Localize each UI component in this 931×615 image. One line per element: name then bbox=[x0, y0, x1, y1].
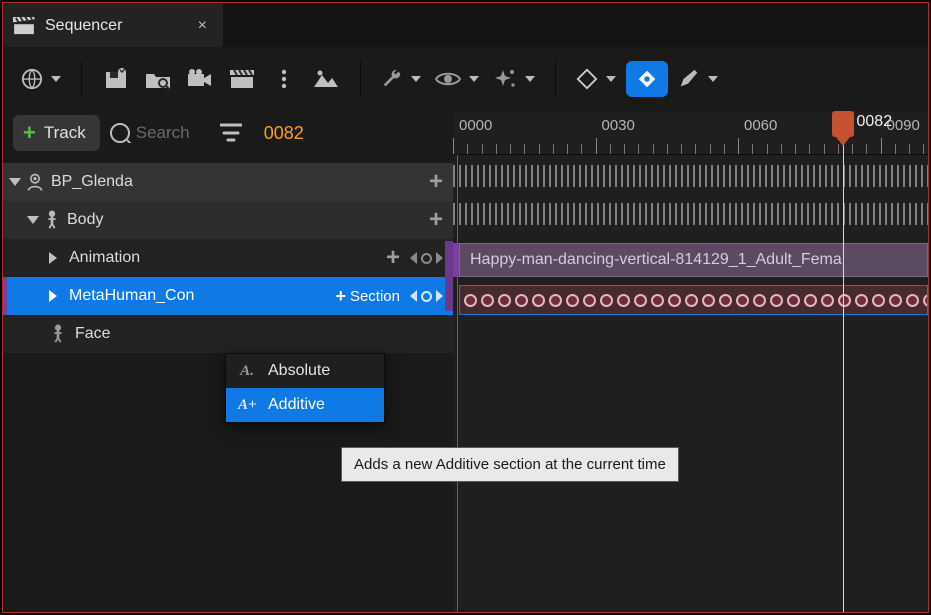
track-controls: + Track Search 0082 bbox=[3, 111, 453, 155]
track-label: BP_Glenda bbox=[51, 173, 429, 191]
tab-close-icon[interactable]: × bbox=[198, 17, 207, 35]
track-row-bp-glenda[interactable]: BP_Glenda + bbox=[3, 163, 453, 201]
save-icon[interactable] bbox=[98, 61, 134, 97]
additive-mode-icon: A+ bbox=[238, 397, 256, 414]
current-frame[interactable]: 0082 bbox=[264, 123, 304, 144]
ruler-label: 0060 bbox=[744, 117, 777, 134]
ruler-label: 0030 bbox=[602, 117, 635, 134]
wrench-icon[interactable] bbox=[377, 61, 425, 97]
toolbar bbox=[3, 47, 928, 111]
eye-icon[interactable] bbox=[431, 61, 483, 97]
filter-icon[interactable] bbox=[220, 123, 242, 143]
chevron-right-icon[interactable] bbox=[49, 252, 57, 264]
section-type-menu: A. Absolute A+ Additive bbox=[225, 353, 385, 423]
search-placeholder: Search bbox=[136, 123, 190, 143]
nav-keys[interactable] bbox=[410, 252, 443, 264]
ruler-label: 0000 bbox=[459, 117, 492, 134]
density-row-1 bbox=[453, 165, 928, 187]
search-input[interactable]: Search bbox=[110, 123, 210, 143]
world-button[interactable] bbox=[17, 61, 65, 97]
autokey-button[interactable] bbox=[626, 61, 668, 97]
menu-item-additive[interactable]: A+ Additive bbox=[226, 388, 384, 422]
keyframe-outline-icon[interactable] bbox=[572, 61, 620, 97]
clapper-icon[interactable] bbox=[224, 61, 260, 97]
chevron-down-icon[interactable] bbox=[9, 178, 21, 186]
chevron-down-icon[interactable] bbox=[27, 216, 39, 224]
browse-icon[interactable] bbox=[140, 61, 176, 97]
track-row-face[interactable]: Face bbox=[3, 315, 453, 353]
add-child-icon[interactable]: + bbox=[386, 244, 400, 272]
tooltip: Adds a new Additive section at the curre… bbox=[341, 447, 679, 482]
playhead[interactable]: 0082 bbox=[843, 111, 844, 612]
edit-mode-icon[interactable] bbox=[674, 61, 722, 97]
main-area: + Track Search 0082 BP_Glenda + bbox=[3, 111, 928, 612]
skeleton-icon bbox=[49, 324, 67, 344]
tab-title: Sequencer bbox=[45, 17, 122, 35]
add-child-icon[interactable]: + bbox=[429, 168, 443, 196]
add-child-icon[interactable]: + bbox=[429, 206, 443, 234]
track-label: MetaHuman_Con bbox=[69, 287, 327, 305]
search-icon bbox=[110, 123, 130, 143]
tab-bar: Sequencer × bbox=[3, 3, 928, 47]
add-track-button[interactable]: + Track bbox=[13, 115, 100, 151]
menu-label: Additive bbox=[268, 396, 325, 414]
landscape-icon[interactable] bbox=[308, 61, 344, 97]
density-row-2 bbox=[453, 203, 928, 225]
track-row-metahuman-control[interactable]: MetaHuman_Con + Section bbox=[3, 277, 453, 315]
tab-sequencer[interactable]: Sequencer × bbox=[3, 3, 223, 47]
track-label: Animation bbox=[69, 249, 386, 267]
playhead-frame-label: 0082 bbox=[857, 113, 893, 131]
camera-icon[interactable] bbox=[182, 61, 218, 97]
track-label: Face bbox=[75, 325, 443, 343]
timeline[interactable]: 0000003000600090 Happy-man-dancing-verti… bbox=[453, 111, 928, 612]
clip-left-edge bbox=[445, 241, 453, 311]
track-tree: BP_Glenda + Body + Animation + bbox=[3, 155, 453, 353]
section-label: Section bbox=[350, 288, 400, 305]
add-section-button[interactable]: + Section bbox=[335, 286, 400, 307]
menu-item-absolute[interactable]: A. Absolute bbox=[226, 354, 384, 388]
animation-clip[interactable]: Happy-man-dancing-vertical-814129_1_Adul… bbox=[459, 243, 928, 277]
clip-label: Happy-man-dancing-vertical-814129_1_Adul… bbox=[470, 251, 842, 269]
actor-icon bbox=[25, 172, 45, 192]
color-bar bbox=[3, 277, 7, 315]
plus-icon: + bbox=[23, 122, 36, 144]
clip-color-handle[interactable] bbox=[453, 243, 459, 277]
track-row-animation[interactable]: Animation + bbox=[3, 239, 453, 277]
chevron-right-icon[interactable] bbox=[49, 290, 57, 302]
track-label: Body bbox=[67, 211, 429, 229]
sparkle-icon[interactable] bbox=[489, 61, 539, 97]
clapperboard-icon bbox=[13, 17, 35, 35]
skeleton-icon bbox=[43, 210, 61, 230]
track-row-body[interactable]: Body + bbox=[3, 201, 453, 239]
menu-label: Absolute bbox=[268, 362, 330, 380]
control-rig-clip[interactable] bbox=[459, 285, 928, 315]
nav-keys[interactable] bbox=[410, 290, 443, 302]
track-button-label: Track bbox=[44, 123, 86, 143]
absolute-mode-icon: A. bbox=[238, 363, 256, 380]
playhead-handle[interactable] bbox=[832, 111, 854, 137]
sequencer-window: Sequencer × bbox=[2, 2, 929, 613]
more-icon[interactable] bbox=[266, 61, 302, 97]
